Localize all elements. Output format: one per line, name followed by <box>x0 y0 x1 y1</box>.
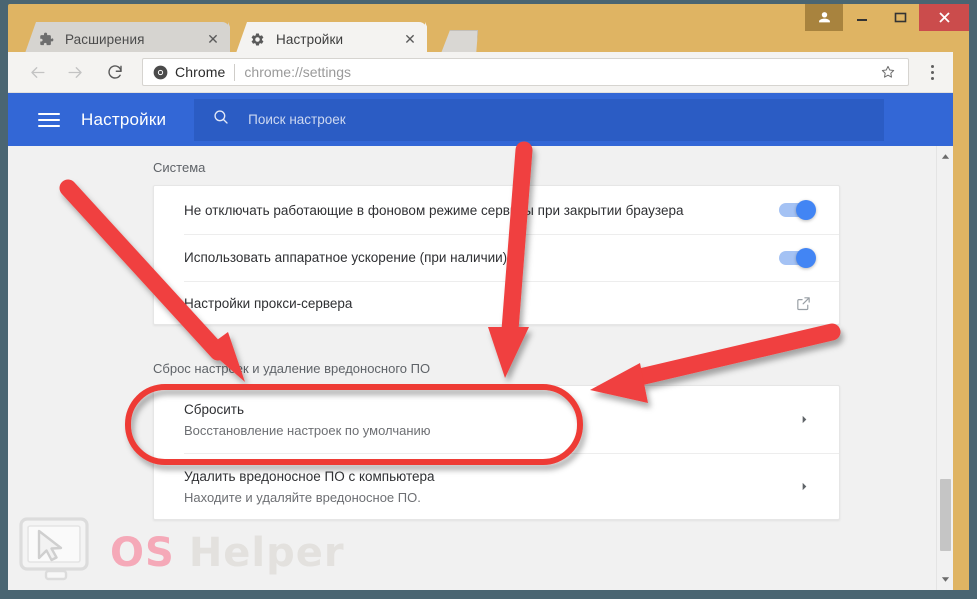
scheme-label: Chrome <box>175 64 226 80</box>
search-input[interactable]: Поиск настроек <box>194 98 885 141</box>
tab-close-icon[interactable]: ✕ <box>204 30 222 48</box>
toggle-hardware-acceleration[interactable] <box>779 247 816 268</box>
close-button[interactable] <box>919 4 969 31</box>
row-remove-malware[interactable]: Удалить вредоносное ПО с компьютера Нахо… <box>154 453 839 520</box>
forward-icon[interactable] <box>60 57 90 87</box>
watermark-os-helper: OS Helper <box>18 516 345 589</box>
row-background-apps[interactable]: Не отключать работающие в фоновом режиме… <box>154 186 839 234</box>
toggle-background-apps[interactable] <box>779 200 816 220</box>
screenshot-root: Расширения ✕ Настройки ✕ Chrome chrome:/… <box>0 0 977 599</box>
external-link-icon[interactable] <box>793 294 813 314</box>
monitor-cursor-icon <box>18 516 96 589</box>
row-proxy-settings[interactable]: Настройки прокси-сервера <box>154 281 839 326</box>
window-controls <box>805 4 969 31</box>
settings-header: Настройки Поиск настроек <box>8 93 953 146</box>
chevron-right-icon[interactable] <box>795 414 813 425</box>
row-sublabel: Восстановление настроек по умолчанию <box>184 422 431 438</box>
row-reset-settings[interactable]: Сбросить Восстановление настроек по умол… <box>154 386 839 453</box>
back-icon[interactable] <box>22 57 52 87</box>
reload-icon[interactable] <box>100 57 130 87</box>
puzzle-icon <box>38 31 55 48</box>
reset-settings-card: Сбросить Восстановление настроек по умол… <box>153 385 840 520</box>
system-settings-card: Не отключать работающие в фоновом режиме… <box>153 185 840 325</box>
row-label: Использовать аппаратное ускорение (при н… <box>184 250 508 265</box>
row-label: Удалить вредоносное ПО с компьютера <box>184 468 435 484</box>
scrollbar-thumb[interactable] <box>940 479 951 551</box>
row-sublabel: Находите и удаляйте вредоносное ПО. <box>184 489 421 505</box>
tab-close-icon[interactable]: ✕ <box>401 30 419 48</box>
watermark-brand-first: OS <box>110 529 175 576</box>
url-text[interactable]: chrome://settings <box>244 64 876 80</box>
tab-strip: Расширения ✕ Настройки ✕ <box>8 4 969 56</box>
tab-settings[interactable]: Настройки ✕ <box>235 22 427 56</box>
row-hardware-acceleration[interactable]: Использовать аппаратное ускорение (при н… <box>154 234 839 281</box>
gear-icon <box>249 31 266 48</box>
tab-extensions[interactable]: Расширения ✕ <box>24 22 230 56</box>
search-icon <box>212 108 230 131</box>
row-label: Не отключать работающие в фоновом режиме… <box>184 202 684 218</box>
watermark-brand-second: Helper <box>188 529 345 576</box>
scroll-up-arrow-icon[interactable] <box>937 148 953 165</box>
section-title-system: Система <box>153 160 206 175</box>
section-title-reset: Сброс настроек и удаление вредоносного П… <box>153 361 431 376</box>
tab-title: Расширения <box>65 31 145 47</box>
site-identity: Chrome <box>153 64 225 80</box>
scroll-down-arrow-icon[interactable] <box>937 571 953 588</box>
search-placeholder: Поиск настроек <box>248 112 346 127</box>
address-bar[interactable]: Chrome chrome://settings <box>142 58 909 86</box>
minimize-button[interactable] <box>843 4 881 31</box>
chevron-right-icon[interactable] <box>795 481 813 492</box>
content-scrollbar[interactable] <box>936 146 953 590</box>
browser-menu-icon[interactable] <box>919 57 945 87</box>
row-label: Сбросить <box>184 401 245 417</box>
user-account-icon[interactable] <box>805 4 843 31</box>
page-title: Настройки <box>81 109 167 129</box>
tab-title: Настройки <box>276 31 344 47</box>
bookmark-star-icon[interactable] <box>876 60 900 84</box>
chrome-icon <box>153 65 168 79</box>
browser-toolbar: Chrome chrome://settings <box>8 52 953 93</box>
row-label: Настройки прокси-сервера <box>184 296 353 311</box>
hamburger-menu-icon[interactable] <box>38 112 60 127</box>
omnibox-divider <box>234 63 236 81</box>
maximize-button[interactable] <box>881 4 919 31</box>
watermark-text: OS Helper <box>110 530 345 576</box>
